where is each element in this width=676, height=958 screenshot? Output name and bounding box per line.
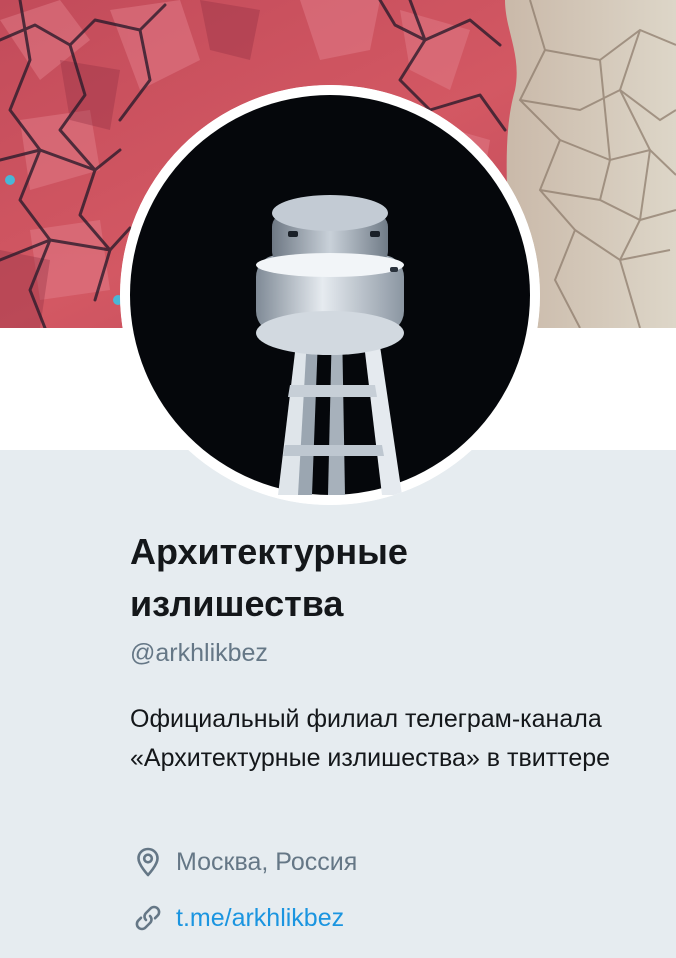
profile-url: t.me/arkhlikbez [132, 901, 344, 935]
profile-screen-name[interactable]: @arkhlikbez [130, 637, 268, 669]
avatar-image [120, 85, 540, 505]
profile-location: Москва, Россия [132, 845, 357, 879]
link-icon [132, 902, 164, 934]
profile-avatar[interactable] [120, 85, 540, 505]
profile-location-text: Москва, Россия [176, 848, 358, 876]
profile-url-link[interactable]: t.me/arkhlikbez [176, 902, 344, 934]
profile-display-name[interactable]: Архитектурные излишества [130, 526, 630, 630]
location-pin-icon [132, 846, 164, 878]
profile-bio: Официальный филиал телеграм-канала «Архи… [130, 705, 611, 772]
